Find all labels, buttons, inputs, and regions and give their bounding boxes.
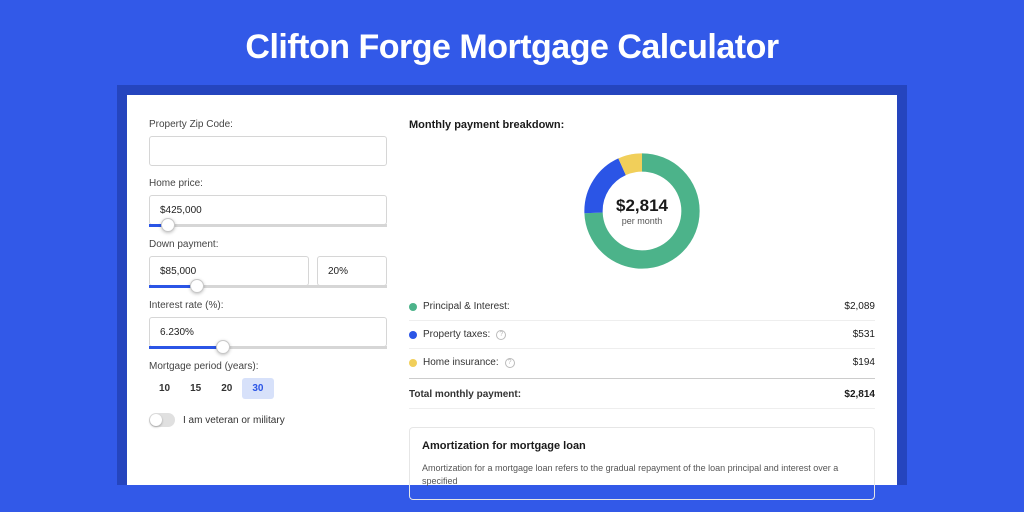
breakdown-heading: Monthly payment breakdown: (409, 119, 875, 131)
down-payment-input[interactable] (149, 256, 309, 286)
help-icon[interactable]: ? (505, 358, 515, 368)
donut-sub: per month (622, 216, 663, 226)
breakdown-row-label: Home insurance:? (409, 357, 515, 368)
input-panel: Property Zip Code: Home price: Down paym… (149, 119, 387, 485)
veteran-row: I am veteran or military (149, 413, 387, 427)
breakdown-value: $2,089 (844, 301, 875, 312)
zip-input[interactable] (149, 136, 387, 166)
breakdown-list: Principal & Interest: $2,089 Property taxe… (409, 293, 875, 376)
period-option-10[interactable]: 10 (149, 378, 180, 399)
amortization-heading: Amortization for mortgage loan (422, 440, 862, 452)
home-price-input[interactable] (149, 195, 387, 225)
veteran-toggle[interactable] (149, 413, 175, 427)
breakdown-label-text: Property taxes: (423, 329, 490, 340)
page-title: Clifton Forge Mortgage Calculator (0, 0, 1024, 85)
interest-rate-slider[interactable] (149, 346, 387, 349)
down-payment-group: Down payment: (149, 239, 387, 288)
home-price-slider[interactable] (149, 224, 387, 227)
total-label: Total monthly payment: (409, 389, 521, 400)
interest-rate-group: Interest rate (%): (149, 300, 387, 349)
legend-swatch (409, 359, 417, 367)
breakdown-label-text: Principal & Interest: (423, 301, 510, 312)
breakdown-label-text: Home insurance: (423, 357, 499, 368)
donut-center: $2,814 per month (578, 147, 706, 275)
breakdown-row-label: Principal & Interest: (409, 301, 510, 312)
mortgage-period-label: Mortgage period (years): (149, 361, 387, 372)
period-option-30[interactable]: 30 (242, 378, 273, 399)
zip-label: Property Zip Code: (149, 119, 387, 130)
period-option-15[interactable]: 15 (180, 378, 211, 399)
legend-swatch (409, 303, 417, 311)
zip-group: Property Zip Code: (149, 119, 387, 166)
period-option-20[interactable]: 20 (211, 378, 242, 399)
home-price-group: Home price: (149, 178, 387, 227)
down-payment-pct-input[interactable] (317, 256, 387, 286)
amortization-text: Amortization for a mortgage loan refers … (422, 462, 862, 487)
donut-chart-wrap: $2,814 per month (409, 141, 875, 293)
down-payment-slider-thumb[interactable] (190, 279, 204, 293)
breakdown-row: Property taxes:? $531 (409, 321, 875, 349)
calculator-card: Property Zip Code: Home price: Down paym… (127, 95, 897, 485)
breakdown-row-label: Property taxes:? (409, 329, 506, 340)
interest-rate-slider-thumb[interactable] (216, 340, 230, 354)
help-icon[interactable]: ? (496, 330, 506, 340)
content-band: Property Zip Code: Home price: Down paym… (117, 85, 907, 485)
donut-chart: $2,814 per month (578, 147, 706, 275)
breakdown-row: Principal & Interest: $2,089 (409, 293, 875, 321)
results-panel: Monthly payment breakdown: $2,814 per mo… (409, 119, 875, 485)
down-payment-slider[interactable] (149, 285, 387, 288)
donut-amount: $2,814 (616, 196, 668, 216)
legend-swatch (409, 331, 417, 339)
breakdown-row: Home insurance:? $194 (409, 349, 875, 376)
amortization-box: Amortization for mortgage loan Amortizat… (409, 427, 875, 500)
veteran-label: I am veteran or military (183, 415, 285, 426)
mortgage-period-group: Mortgage period (years): 10152030 (149, 361, 387, 399)
breakdown-value: $531 (853, 329, 875, 340)
home-price-label: Home price: (149, 178, 387, 189)
down-payment-label: Down payment: (149, 239, 387, 250)
mortgage-period-options: 10152030 (149, 378, 387, 399)
breakdown-value: $194 (853, 357, 875, 368)
home-price-slider-thumb[interactable] (161, 218, 175, 232)
total-row: Total monthly payment: $2,814 (409, 378, 875, 409)
interest-rate-label: Interest rate (%): (149, 300, 387, 311)
interest-rate-input[interactable] (149, 317, 387, 347)
total-value: $2,814 (844, 389, 875, 400)
